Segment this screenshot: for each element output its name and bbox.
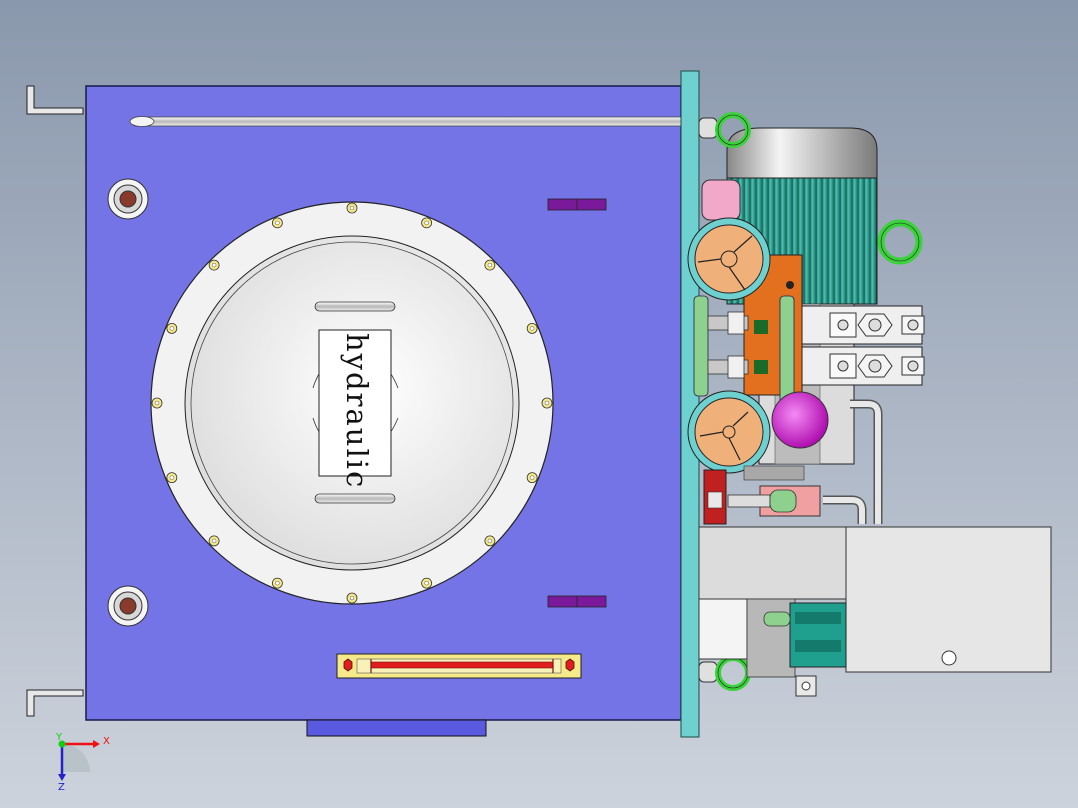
teal-pump <box>789 602 847 668</box>
solenoid-valve-1 <box>801 305 925 345</box>
gray-block <box>746 598 796 678</box>
cover-bolt-center <box>349 595 355 601</box>
tank-top-plate <box>680 70 700 738</box>
cover-bolt-center <box>211 262 217 268</box>
level-gauge <box>336 653 582 679</box>
return-pipe-end <box>129 116 155 127</box>
cover-bolt-center <box>349 205 355 211</box>
cad-viewport[interactable]: hydraulic X Y Z <box>0 0 1078 808</box>
cover-bolt-center <box>169 326 175 331</box>
cover-bolt-center <box>529 326 535 331</box>
hydraulic-unit-drawing: hydraulic X Y Z <box>0 0 1078 808</box>
breather-plug-bottom <box>107 585 149 627</box>
y-axis-label: Y <box>55 732 63 743</box>
cover-bolt-center <box>211 538 217 544</box>
terminal-box <box>845 526 1052 673</box>
lower-bracket <box>698 598 748 660</box>
pump-coupling <box>701 179 741 221</box>
pressure-gauge-bottom <box>687 390 771 474</box>
cover-bolt-center <box>424 580 429 586</box>
cover-bolt-center <box>487 538 493 544</box>
cover-handle-top <box>314 301 396 312</box>
cover-bolt-center <box>529 475 535 480</box>
cover-bolt-center <box>487 262 493 268</box>
cover-bolt-center <box>544 400 550 406</box>
cover-handle-bottom <box>314 493 396 504</box>
cover-bolt-center <box>275 580 280 586</box>
inspection-cover: hydraulic <box>150 201 554 605</box>
cover-bolt-center <box>424 220 429 226</box>
accumulator <box>771 391 829 449</box>
return-pipe <box>131 116 685 127</box>
cover-bolt-center <box>169 475 175 480</box>
z-axis-label: Z <box>58 782 65 793</box>
cover-bolt-center <box>154 400 160 406</box>
pressure-gauge-top <box>687 217 771 301</box>
level-gauge-tube <box>370 661 554 669</box>
cover-bolt-center <box>275 220 280 226</box>
tank-label-text: hydraulic <box>340 333 374 489</box>
solenoid-valve-2 <box>801 346 925 386</box>
breather-plug-top <box>107 178 149 220</box>
x-axis-label: X <box>103 736 110 747</box>
tank-drain-plate <box>306 719 487 737</box>
